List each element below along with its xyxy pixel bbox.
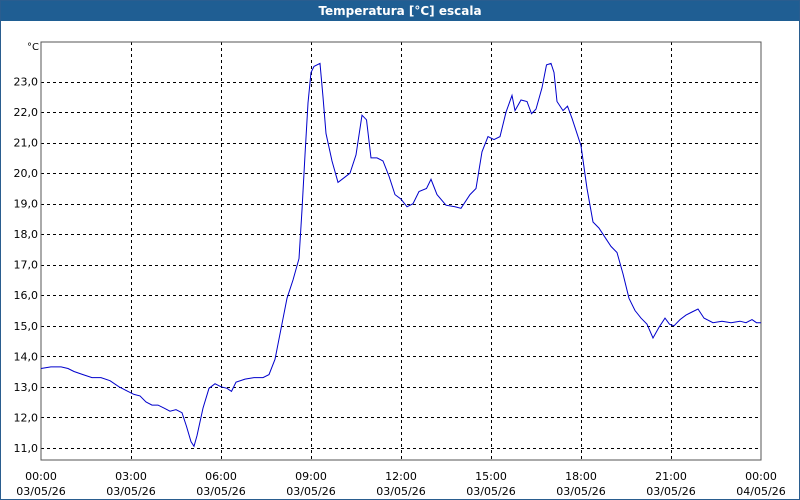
x-tick-time-label: 00:00 [25, 470, 57, 483]
y-tick-label: 12,0 [14, 411, 39, 424]
y-tick-label: 17,0 [14, 259, 39, 272]
y-axis-unit-label: °C [27, 42, 39, 53]
grid-layer [41, 42, 761, 460]
x-tick-time-label: 00:00 [745, 470, 777, 483]
y-tick-label: 11,0 [14, 442, 39, 455]
x-tick-date-label: 03/05/26 [556, 485, 605, 498]
y-tick-label: 18,0 [14, 228, 39, 241]
x-tick-date-label: 04/05/26 [736, 485, 785, 498]
chart-window: Temperatura [°C] escala 11,0 12,0 13,0 14,0… [0, 0, 800, 500]
y-tick-label: 16,0 [14, 289, 39, 302]
x-tick-time-label: 12:00 [385, 470, 417, 483]
x-tick-time-label: 09:00 [295, 470, 327, 483]
x-tick-date-label: 03/05/26 [286, 485, 335, 498]
x-tick-time-label: 15:00 [475, 470, 507, 483]
y-tick-label: 23,0 [14, 76, 39, 89]
x-tick-date-label: 03/05/26 [466, 485, 515, 498]
y-tick-label: 20,0 [14, 167, 39, 180]
x-tick-date-label: 03/05/26 [376, 485, 425, 498]
x-tick-date-label: 03/05/26 [106, 485, 155, 498]
y-tick-label: 13,0 [14, 381, 39, 394]
y-tick-label: 19,0 [14, 198, 39, 211]
temperature-chart: 11,0 12,0 13,0 14,0 15,0 16,0 17,0 18,0 19,0 20,0… [14, 41, 786, 498]
x-tick-date-label: 03/05/26 [646, 485, 695, 498]
y-tick-label: 22,0 [14, 106, 39, 119]
y-tick-label: 15,0 [14, 320, 39, 333]
y-tick-label: 21,0 [14, 137, 39, 150]
x-tick-date-label: 03/05/26 [196, 485, 245, 498]
x-tick-labels: 00:00 03/05/26 03:00 03/05/26 06:00 03/05/26 0… [16, 470, 785, 498]
y-tick-label: 14,0 [14, 350, 39, 363]
x-tick-time-label: 06:00 [205, 470, 237, 483]
x-tick-time-label: 21:00 [655, 470, 687, 483]
x-tick-time-label: 18:00 [565, 470, 597, 483]
y-tick-labels: 11,0 12,0 13,0 14,0 15,0 16,0 17,0 18,0 19,0 20,0… [14, 76, 39, 455]
x-tick-time-label: 03:00 [115, 470, 147, 483]
x-tick-date-label: 03/05/26 [16, 485, 65, 498]
